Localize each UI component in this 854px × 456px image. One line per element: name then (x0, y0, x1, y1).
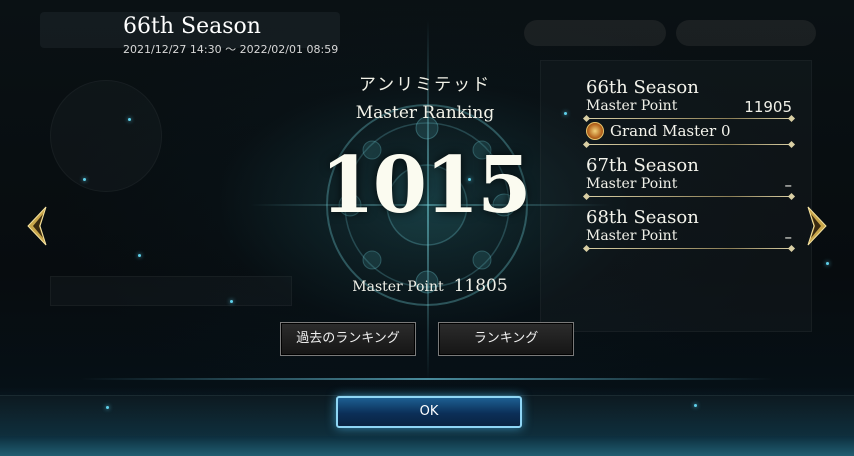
ranking-label: Master Ranking (355, 103, 495, 123)
season-card-title: 66th Season (586, 77, 699, 98)
season-card-mp-label: Master Point (586, 228, 678, 244)
sparkle (564, 112, 567, 115)
season-card-divider (586, 196, 792, 197)
season-card-67: 67th Season Master Point – (586, 155, 792, 197)
rank-number: 1015 (320, 140, 531, 231)
season-card-mp-label: Master Point (586, 98, 678, 114)
background-avatar (50, 80, 162, 192)
season-card-mp-label: Master Point (586, 176, 678, 192)
divider-glow-line (80, 378, 774, 380)
master-point-label: Master Point (352, 279, 444, 295)
season-card-title: 67th Season (586, 155, 699, 176)
sparkle (826, 262, 829, 265)
mode-label: アンリミテッド (358, 75, 492, 95)
sparkle (230, 300, 233, 303)
season-card-mp-value: – (784, 228, 793, 246)
master-point-row: Master Point 11805 (330, 276, 530, 296)
background-button-row (50, 276, 292, 306)
ok-button[interactable]: OK (336, 396, 522, 428)
season-dates: 2021/12/27 14:30 〜 2022/02/01 08:59 (123, 43, 339, 56)
season-card-master-point: Master Point – (586, 228, 792, 246)
rank-title: Grand Master 0 (610, 122, 731, 140)
background-currency-pill (524, 20, 666, 46)
season-card-68: 68th Season Master Point – (586, 207, 792, 249)
season-card-mp-value: 11905 (744, 98, 792, 116)
ranking-button[interactable]: ランキング (438, 322, 574, 356)
sparkle (83, 178, 86, 181)
season-card-divider (586, 144, 792, 145)
rank-title-row: Grand Master 0 (586, 122, 792, 140)
chevron-left-icon[interactable] (26, 205, 48, 247)
season-card-mp-value: – (784, 176, 793, 194)
grand-master-emblem-icon (586, 122, 604, 140)
season-title: 66th Season (123, 14, 261, 39)
season-card-master-point: Master Point 11905 (586, 98, 792, 116)
season-card-66: 66th Season Master Point 11905 Grand Mas… (586, 77, 792, 145)
past-ranking-button[interactable]: 過去のランキング (280, 322, 416, 356)
chevron-right-icon[interactable] (806, 205, 828, 247)
season-card-divider (586, 248, 792, 249)
master-point-value: 11805 (453, 276, 508, 296)
background-currency-pill (676, 20, 816, 46)
ranking-header: アンリミテッド Master Ranking (290, 70, 560, 123)
sparkle (106, 406, 109, 409)
season-card-title: 68th Season (586, 207, 699, 228)
season-card-master-point: Master Point – (586, 176, 792, 194)
sparkle (128, 118, 131, 121)
season-card-divider (586, 118, 792, 119)
sparkle (694, 404, 697, 407)
sparkle (138, 254, 141, 257)
